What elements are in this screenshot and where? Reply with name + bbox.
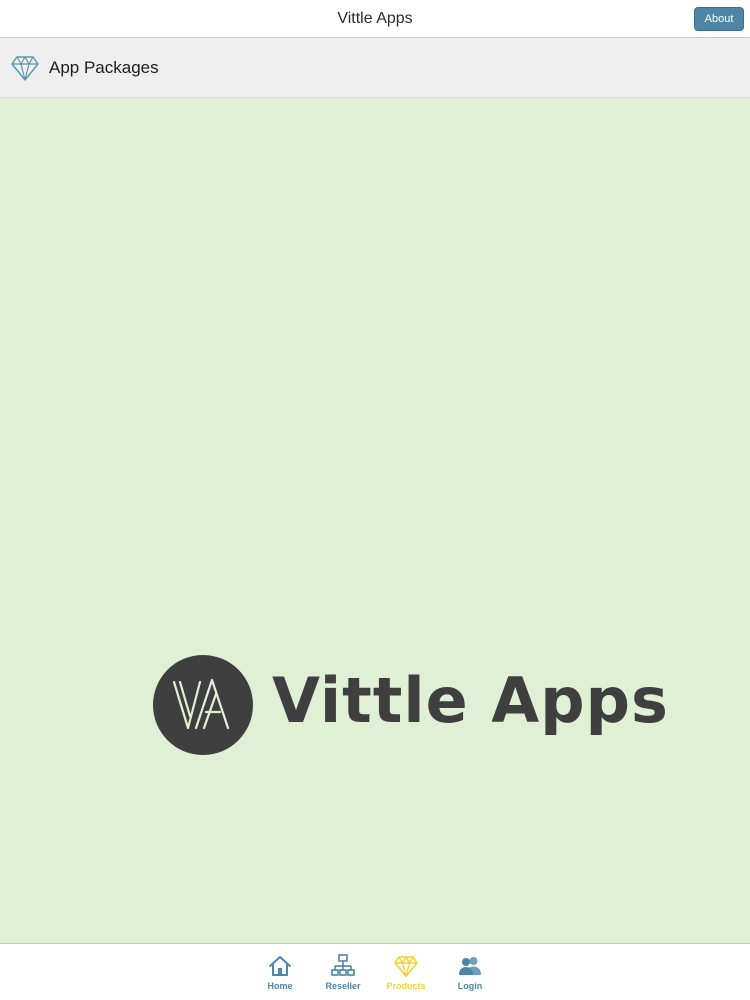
users-icon <box>459 957 481 975</box>
diamond-icon <box>394 956 418 977</box>
tab-reseller-label: Reseller <box>325 981 361 991</box>
tab-login-label: Login <box>457 981 483 991</box>
tab-products[interactable]: Products <box>378 944 434 1000</box>
tab-home-label: Home <box>267 981 293 991</box>
logo-mark-icon <box>153 655 253 755</box>
logo-text: Vittle Apps <box>272 664 669 737</box>
tab-reseller[interactable]: Reseller <box>315 944 371 1000</box>
tab-home[interactable]: Home <box>252 944 308 1000</box>
content-area: Vittle Apps <box>0 98 750 943</box>
vittle-apps-logo: Vittle Apps <box>152 654 668 756</box>
tab-products-label: Products <box>386 981 426 991</box>
section-header: App Packages <box>0 38 750 98</box>
top-navigation-bar: Vittle Apps About <box>0 0 750 38</box>
diamond-icon <box>11 56 39 81</box>
section-title: App Packages <box>49 58 159 77</box>
about-button[interactable]: About <box>694 7 744 31</box>
bottom-tab-bar: Home Reseller Products Login <box>0 943 750 1000</box>
tab-login[interactable]: Login <box>442 944 498 1000</box>
network-icon <box>331 954 355 976</box>
home-icon <box>269 956 291 976</box>
app-title: Vittle Apps <box>337 10 413 27</box>
